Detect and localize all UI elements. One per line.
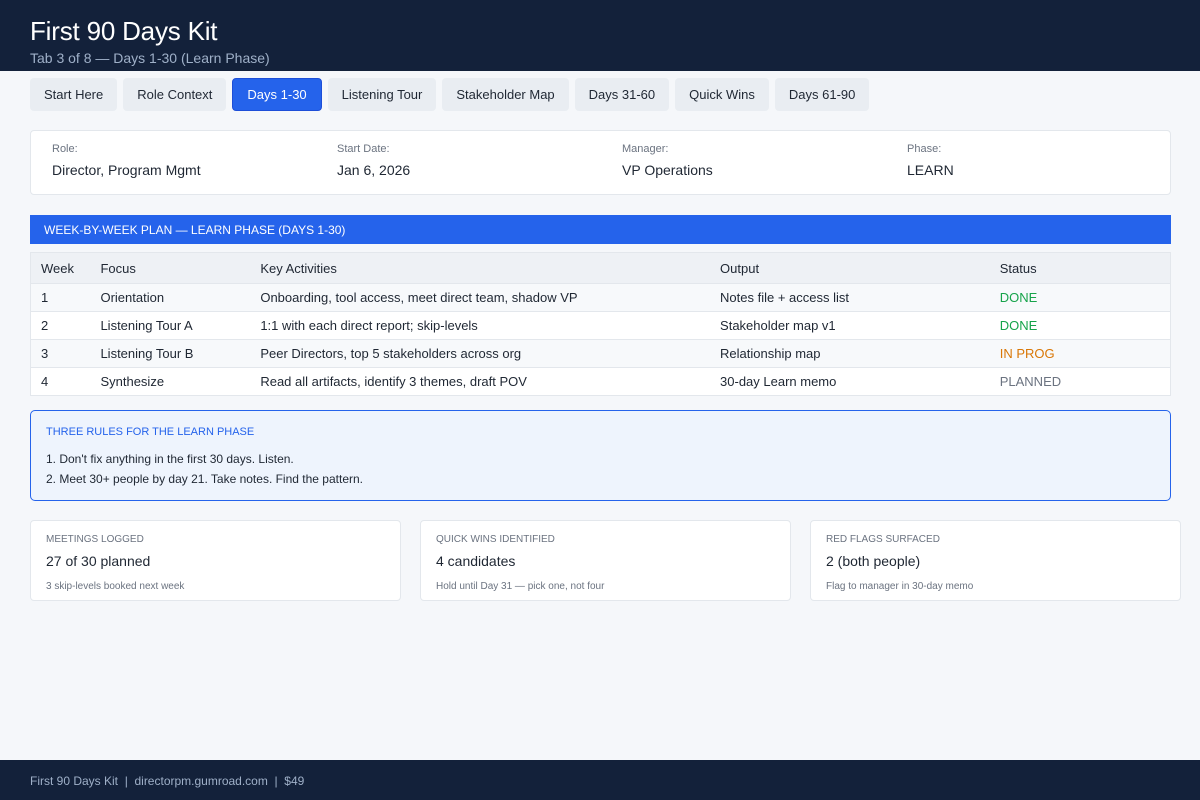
tab-stakeholder-map[interactable]: Stakeholder Map [442, 78, 569, 111]
status-cell: PLANNED [989, 367, 1171, 396]
status-cell: IN PROG [989, 339, 1171, 368]
week-plan-table: Week Focus Key Activities Output Status … [30, 252, 1171, 396]
tab-role-context[interactable]: Role Context [123, 78, 227, 111]
week-cell: 1 [30, 283, 91, 312]
stat-label: RED FLAGS SURFACED [826, 534, 940, 545]
table-row: 1 Orientation Onboarding, tool access, m… [30, 283, 1171, 312]
page-title: First 90 Days Kit [30, 16, 218, 46]
output-cell: Notes file + access list [710, 283, 990, 312]
table-row: 2 Listening Tour A 1:1 with each direct … [30, 311, 1171, 340]
table-row: 4 Synthesize Read all artifacts, identif… [30, 367, 1171, 396]
phase-value: LEARN [907, 162, 954, 178]
start-date-label: Start Date: [337, 143, 390, 155]
tab-days-1-30[interactable]: Days 1-30 [232, 78, 322, 111]
stat-note: Flag to manager in 30-day memo [826, 581, 974, 592]
tab-start-here[interactable]: Start Here [30, 78, 118, 111]
column-header-week: Week [30, 252, 91, 284]
column-header-status: Status [989, 252, 1171, 284]
focus-cell: Orientation [90, 283, 251, 312]
rule-item: 2. Meet 30+ people by day 21. Take notes… [46, 472, 363, 486]
app-header: First 90 Days Kit Tab 3 of 8 — Days 1-30… [0, 0, 1200, 71]
activities-cell: Peer Directors, top 5 stakeholders acros… [250, 339, 711, 368]
stat-note: Hold until Day 31 — pick one, not four [436, 581, 605, 592]
start-date-value: Jan 6, 2026 [337, 162, 411, 178]
activities-cell: Read all artifacts, identify 3 themes, d… [250, 367, 711, 396]
plan-section-header: WEEK-BY-WEEK PLAN — LEARN PHASE (DAYS 1-… [30, 215, 1171, 244]
week-cell: 2 [30, 311, 91, 340]
activities-cell: Onboarding, tool access, meet direct tea… [250, 283, 711, 312]
output-cell: 30-day Learn memo [710, 367, 990, 396]
output-cell: Relationship map [710, 339, 990, 368]
manager-label: Manager: [622, 143, 669, 155]
rule-item: 1. Don't fix anything in the first 30 da… [46, 452, 294, 466]
week-cell: 3 [30, 339, 91, 368]
tab-listening-tour[interactable]: Listening Tour [327, 78, 437, 111]
stat-label: MEETINGS LOGGED [46, 534, 144, 545]
column-header-output: Output [710, 252, 990, 284]
stat-value: 27 of 30 planned [46, 553, 151, 569]
role-value: Director, Program Mgmt [52, 162, 201, 178]
red-flags-card: RED FLAGS SURFACED 2 (both people) Flag … [810, 520, 1181, 601]
manager-value: VP Operations [622, 162, 713, 178]
table-header-row: Week Focus Key Activities Output Status [30, 252, 1171, 284]
page-subtitle: Tab 3 of 8 — Days 1-30 (Learn Phase) [30, 50, 270, 66]
rules-title: THREE RULES FOR THE LEARN PHASE [46, 426, 255, 438]
app-footer: First 90 Days Kit | directorpm.gumroad.c… [0, 760, 1200, 800]
role-info-card: Role: Director, Program Mgmt Start Date:… [30, 130, 1171, 195]
tab-quick-wins[interactable]: Quick Wins [675, 78, 769, 111]
table-row: 3 Listening Tour B Peer Directors, top 5… [30, 339, 1171, 368]
focus-cell: Listening Tour A [90, 311, 251, 340]
stat-value: 2 (both people) [826, 553, 921, 569]
stat-note: 3 skip-levels booked next week [46, 581, 185, 592]
status-cell: DONE [989, 311, 1171, 340]
learn-phase-rules-callout: THREE RULES FOR THE LEARN PHASE 1. Don't… [30, 410, 1171, 501]
quick-wins-card: QUICK WINS IDENTIFIED 4 candidates Hold … [420, 520, 791, 601]
stat-label: QUICK WINS IDENTIFIED [436, 534, 555, 545]
status-cell: DONE [989, 283, 1171, 312]
tab-bar: Start Here Role Context Days 1-30 Listen… [30, 78, 870, 111]
activities-cell: 1:1 with each direct report; skip-levels [250, 311, 711, 340]
footer-text: First 90 Days Kit | directorpm.gumroad.c… [30, 774, 305, 788]
focus-cell: Listening Tour B [90, 339, 251, 368]
column-header-focus: Focus [90, 252, 251, 284]
column-header-activities: Key Activities [250, 252, 711, 284]
tab-days-61-90[interactable]: Days 61-90 [774, 78, 870, 111]
phase-label: Phase: [907, 143, 942, 155]
tab-days-31-60[interactable]: Days 31-60 [574, 78, 670, 111]
output-cell: Stakeholder map v1 [710, 311, 990, 340]
week-cell: 4 [30, 367, 91, 396]
meetings-logged-card: MEETINGS LOGGED 27 of 30 planned 3 skip-… [30, 520, 401, 601]
stat-value: 4 candidates [436, 553, 516, 569]
role-label: Role: [52, 143, 78, 155]
focus-cell: Synthesize [90, 367, 251, 396]
